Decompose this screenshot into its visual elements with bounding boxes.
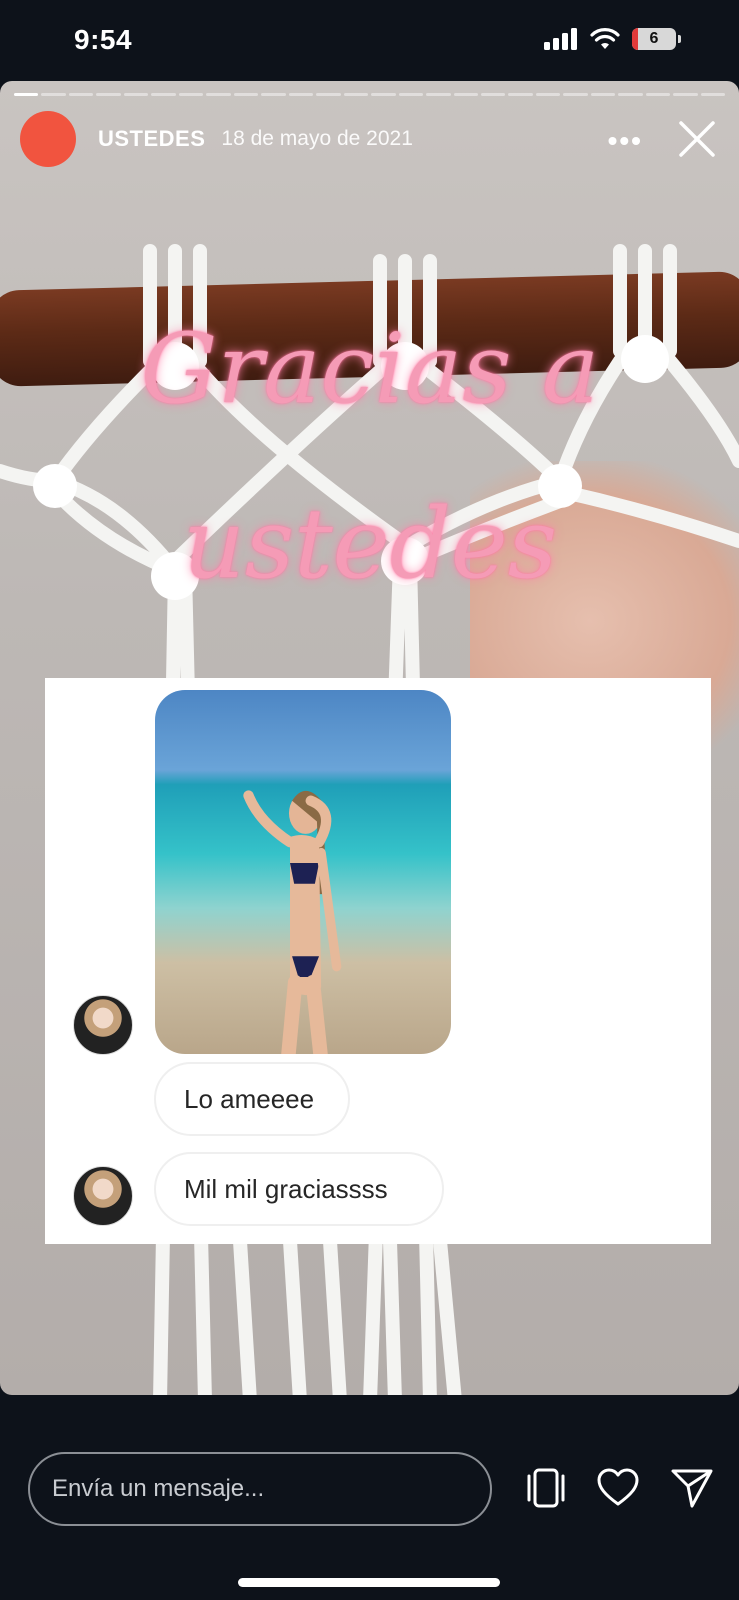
progress-segment <box>453 93 478 96</box>
progress-segment <box>508 93 533 96</box>
progress-segment <box>178 93 204 96</box>
story-headline-line1: Gracias a <box>140 313 600 425</box>
progress-segment <box>535 93 561 96</box>
wifi-icon <box>590 28 620 49</box>
send-icon[interactable] <box>670 1466 714 1510</box>
progress-segment <box>151 93 176 96</box>
progress-segment <box>618 93 643 96</box>
progress-segment <box>206 93 231 96</box>
progress-segment <box>233 93 259 96</box>
story-progress-bar <box>14 93 726 96</box>
progress-segment <box>371 93 396 96</box>
progress-segment <box>41 93 66 96</box>
battery-level: 6 <box>649 30 659 47</box>
message-input[interactable] <box>28 1452 492 1526</box>
progress-segment <box>398 93 424 96</box>
progress-segment <box>96 93 121 96</box>
story-username[interactable]: USTEDES <box>98 126 205 152</box>
story-date: 18 de mayo de 2021 <box>221 127 413 150</box>
progress-segment <box>261 93 286 96</box>
message-text: Mil mil graciassss <box>184 1173 388 1204</box>
story-header: USTEDES 18 de mayo de 2021 ••• <box>20 111 719 167</box>
progress-segment <box>68 93 94 96</box>
message-bubble: Mil mil graciassss <box>154 1152 444 1226</box>
heart-icon[interactable] <box>596 1466 640 1510</box>
signal-icon <box>544 28 577 50</box>
message-text: Lo ameeee <box>184 1083 315 1114</box>
share-story-icon[interactable] <box>524 1466 568 1510</box>
progress-segment <box>480 93 506 96</box>
bottom-bar <box>0 1440 739 1530</box>
avatar <box>73 995 133 1055</box>
message-bubble: Lo ameeee <box>154 1062 350 1136</box>
status-icons: 6 <box>544 28 681 50</box>
battery-icon: 6 <box>632 28 676 50</box>
progress-segment <box>288 93 314 96</box>
chat-screenshot: Lo ameeee Mil mil graciassss <box>45 678 711 1244</box>
avatar[interactable] <box>20 111 76 167</box>
progress-segment <box>343 93 369 96</box>
avatar <box>73 1166 133 1226</box>
person-figure <box>243 790 342 1054</box>
progress-segment <box>645 93 671 96</box>
progress-segment <box>123 93 149 96</box>
progress-segment <box>700 93 726 96</box>
progress-segment <box>426 93 451 96</box>
status-time: 9:54 <box>74 24 133 55</box>
progress-segment <box>316 93 341 96</box>
close-icon[interactable] <box>677 119 717 159</box>
story-view[interactable]: USTEDES 18 de mayo de 2021 ••• Gracias a… <box>0 81 739 1395</box>
progress-segment <box>563 93 588 96</box>
status-bar: 9:54 6 <box>0 0 739 80</box>
shared-photo <box>155 690 451 1054</box>
home-indicator <box>238 1578 500 1587</box>
progress-segment <box>14 93 39 96</box>
progress-segment <box>673 93 698 96</box>
more-options-icon[interactable]: ••• <box>608 125 643 157</box>
story-headline-line2: ustedes <box>182 488 557 600</box>
progress-segment <box>590 93 616 96</box>
